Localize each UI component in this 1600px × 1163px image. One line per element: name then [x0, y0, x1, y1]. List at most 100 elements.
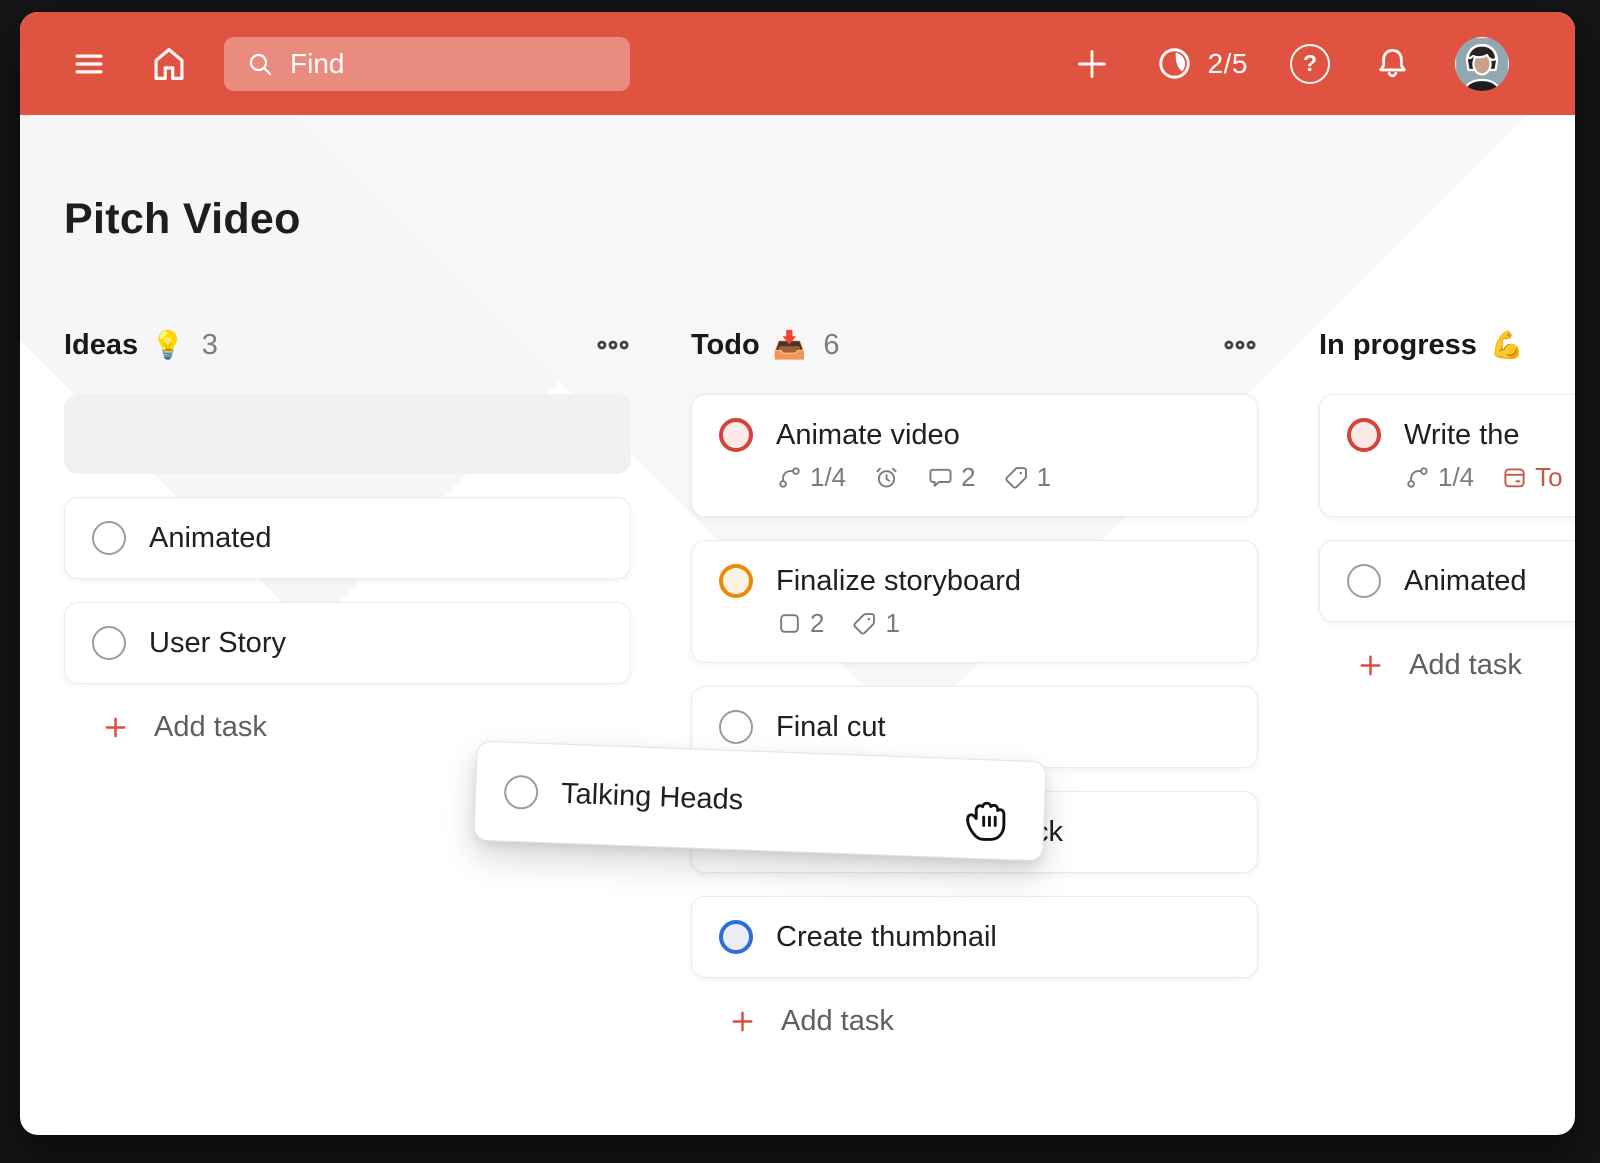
search-icon	[244, 48, 276, 80]
plus-icon	[1071, 43, 1113, 85]
drop-placeholder	[64, 394, 631, 474]
productivity-button[interactable]: 2/5	[1155, 44, 1248, 83]
column-count: 3	[202, 329, 218, 362]
comments-label: 2	[961, 462, 975, 493]
checklist-label: 2	[810, 608, 824, 639]
add-task-label: Add task	[154, 711, 267, 744]
add-task-button[interactable]: Add task	[100, 711, 631, 744]
calendar-label: To	[1535, 462, 1562, 493]
board-column: In progress 💪 Write the 1/4 To Animated Add ta…	[1319, 325, 1575, 682]
tag-badge: 1	[851, 608, 899, 639]
app-window: Find 2/5 ?	[20, 12, 1575, 1135]
card-list: Animate video1/421Finalize storyboard21F…	[691, 394, 1258, 978]
task-card[interactable]: Animated	[64, 497, 631, 579]
task-card[interactable]: Finalize storyboard21	[691, 540, 1258, 663]
task-card-main: Final cut	[719, 710, 1230, 744]
profile-button[interactable]	[1455, 37, 1509, 91]
task-checkbox[interactable]	[719, 564, 753, 598]
task-checkbox[interactable]	[1347, 564, 1381, 598]
task-checkbox[interactable]	[92, 626, 126, 660]
tag-icon	[851, 610, 878, 637]
task-title: Animate video	[776, 419, 960, 452]
task-card-main: Create thumbnail	[719, 920, 1230, 954]
column-emoji: 📥	[773, 329, 807, 361]
productivity-icon	[1155, 44, 1194, 83]
task-card[interactable]: Animated	[1319, 540, 1575, 622]
column-count: 6	[823, 329, 839, 362]
tag-icon	[1003, 464, 1030, 491]
task-title: Talking Heads	[561, 777, 744, 817]
comments-badge: 2	[927, 462, 975, 493]
column-emoji: 💡	[151, 329, 185, 361]
column-header: Ideas 💡 3	[64, 325, 631, 365]
task-card-main: User Story	[92, 626, 603, 660]
task-checkbox[interactable]	[504, 775, 539, 810]
column-emoji: 💪	[1490, 329, 1524, 361]
column-header: In progress 💪	[1319, 325, 1575, 365]
task-checkbox[interactable]	[719, 920, 753, 954]
subtasks-badge: 1/4	[776, 462, 846, 493]
topbar-actions: 2/5 ?	[1071, 37, 1509, 91]
tag-label: 1	[885, 608, 899, 639]
calendar-icon	[1501, 464, 1528, 491]
column-header: Todo 📥 6	[691, 325, 1258, 365]
tag-badge: 1	[1003, 462, 1051, 493]
task-card[interactable]: User Story	[64, 602, 631, 684]
notifications-button[interactable]	[1372, 43, 1413, 84]
card-meta: 1/4 To	[1404, 462, 1575, 493]
card-list: Animated User Story	[64, 394, 631, 684]
bell-icon	[1372, 43, 1413, 84]
column-title: In progress	[1319, 329, 1477, 362]
subtasks-badge: 1/4	[1404, 462, 1474, 493]
task-checkbox[interactable]	[719, 710, 753, 744]
column-title: Todo	[691, 329, 760, 362]
menu-icon	[1222, 327, 1258, 363]
productivity-count: 2/5	[1208, 48, 1248, 80]
task-checkbox[interactable]	[719, 418, 753, 452]
column-menu-button[interactable]	[595, 327, 631, 363]
card-meta: 1/4 21	[776, 462, 1230, 493]
add-task-label: Add task	[1409, 649, 1522, 682]
board-column: Ideas 💡 3 Animated User Story Add task	[64, 325, 631, 744]
avatar	[1455, 37, 1509, 91]
task-title: Animated	[1404, 565, 1527, 598]
task-card[interactable]: Animate video 1/4 21	[691, 394, 1258, 517]
task-card-main: Animated	[92, 521, 603, 555]
help-button[interactable]: ?	[1290, 44, 1330, 84]
task-checkbox[interactable]	[1347, 418, 1381, 452]
task-title: Final cut	[776, 711, 886, 744]
question-mark-icon: ?	[1303, 50, 1317, 77]
card-meta: 21	[776, 608, 1230, 639]
task-title: User Story	[149, 627, 286, 660]
subtasks-label: 1/4	[1438, 462, 1474, 493]
task-card-main: Finalize storyboard	[719, 564, 1230, 598]
reminder-icon	[873, 464, 900, 491]
subtasks-icon	[776, 464, 803, 491]
search-input[interactable]: Find	[224, 37, 630, 91]
task-title: Finalize storyboard	[776, 565, 1021, 598]
task-title: Create thumbnail	[776, 921, 997, 954]
plus-icon	[1355, 650, 1386, 681]
task-card[interactable]: Write the 1/4 To	[1319, 394, 1575, 517]
task-checkbox[interactable]	[92, 521, 126, 555]
task-card-main: Animated	[1347, 564, 1575, 598]
add-button[interactable]	[1071, 43, 1113, 85]
plus-icon	[727, 1006, 758, 1037]
grab-cursor-icon	[955, 783, 1021, 849]
checklist-icon	[776, 610, 803, 637]
checklist-badge: 2	[776, 608, 824, 639]
column-title: Ideas	[64, 329, 138, 362]
menu-button[interactable]	[66, 43, 112, 85]
task-card-main: Write the	[1347, 418, 1575, 452]
plus-icon	[100, 712, 131, 743]
board: Pitch Video Ideas💡3AnimatedUser StoryAdd…	[20, 115, 1575, 1135]
add-task-button[interactable]: Add task	[727, 1005, 1258, 1038]
menu-icon	[595, 327, 631, 363]
task-card[interactable]: Create thumbnail	[691, 896, 1258, 978]
column-menu-button[interactable]	[1222, 327, 1258, 363]
task-card-main: Animate video	[719, 418, 1230, 452]
card-list: Write the 1/4 To Animated	[1319, 394, 1575, 622]
topbar: Find 2/5 ?	[20, 12, 1575, 115]
add-task-button[interactable]: Add task	[1355, 649, 1575, 682]
home-button[interactable]	[146, 41, 192, 87]
